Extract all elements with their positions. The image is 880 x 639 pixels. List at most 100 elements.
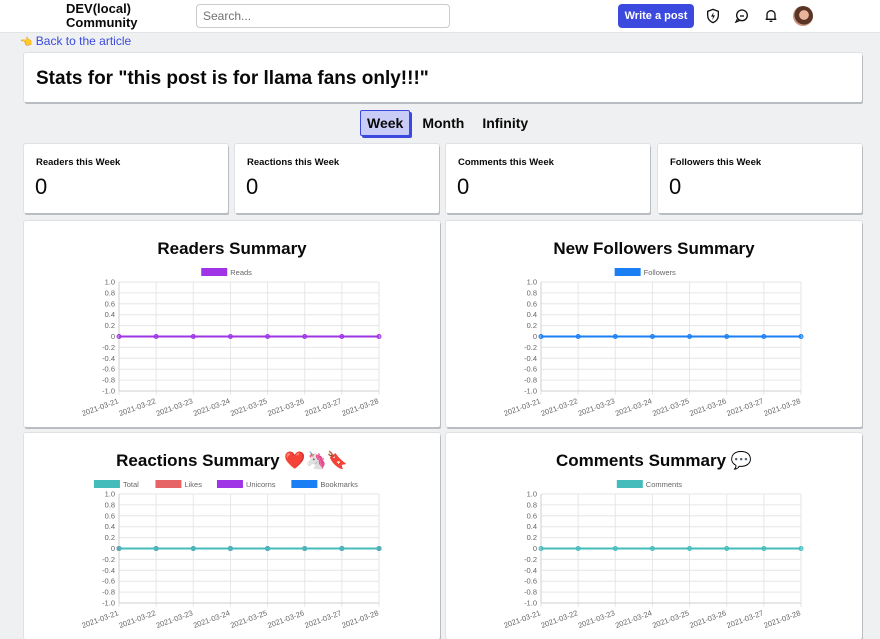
x-tick-label: 2021-03-22 [540,396,579,418]
x-tick-label: 2021-03-24 [192,608,231,630]
data-point-comments [724,546,730,551]
y-tick-label: 0.6 [527,511,537,520]
data-point-total [265,546,271,551]
readers-chart-card: Readers Summary Reads 1.0 0.8 0.6 0.4 0.2 0 -0.… [24,221,440,427]
stat-label: Reactions this Week [247,157,340,168]
legend-label-unicorns: Unicorns [246,480,276,489]
x-tick-label: 2021-03-27 [725,608,764,630]
y-tick-label: -0.6 [102,577,115,586]
x-tick-label: 2021-03-27 [303,396,342,418]
reactions-chart: Total Likes Unicorns Bookmarks 1.00.8 0.6 0.4 0… [81,480,382,630]
y-tick-label: -0.6 [102,365,115,374]
search-input[interactable] [196,4,450,28]
data-point-reads [339,334,345,339]
y-tick-label: -0.2 [102,555,115,564]
y-tick-label: -0.2 [524,555,537,564]
y-tick-label: -0.8 [524,376,537,385]
stat-label: Comments this Week [458,157,554,168]
y-tick-label: 1.0 [527,278,537,287]
y-tick-label: 0.8 [527,288,537,297]
tab-week[interactable]: Week [360,110,411,136]
y-tick-label: 0.6 [527,299,537,308]
y-tick-label: -0.2 [102,343,115,352]
site-logo[interactable]: DEV(local) Community [66,2,138,30]
x-tick-label: 2021-03-21 [503,608,542,630]
tab-infinity[interactable]: Infinity [476,110,534,136]
data-point-total [376,546,382,551]
y-tick-label: 0.2 [105,321,115,330]
legend-label-followers: Followers [644,268,676,277]
data-point-total [339,546,345,551]
x-tick-label: 2021-03-27 [303,608,342,630]
x-tick-label: 2021-03-28 [341,608,380,630]
legend-label-total: Total [123,480,139,489]
y-tick-label: 0.6 [105,511,115,520]
reactions-chart-card: Reactions Summary ❤️🦄🔖 Total Likes Unicorn… [24,433,440,639]
y-tick-label: 0.8 [527,500,537,509]
data-point-reads [153,334,159,339]
data-point-total [302,546,308,551]
y-tick-label: -0.6 [524,577,537,586]
x-tick-label: 2021-03-22 [118,396,157,418]
y-tick-label: 0.4 [527,522,537,531]
write-post-button[interactable]: Write a post [618,4,694,28]
followers-chart-card: New Followers Summary Followers 1.0 0.8 0.6… [446,221,862,427]
stat-card-readers: Readers this Week 0 [24,144,228,213]
data-point-reads [302,334,308,339]
data-point-comments [761,546,767,551]
data-point-comments [538,546,544,551]
y-tick-label: 0 [111,332,115,341]
title-card: Stats for "this post is for llama fans o… [24,53,862,102]
stat-label: Readers this Week [36,157,121,168]
logo-line-1: DEV(local) [66,1,132,16]
tab-month[interactable]: Month [416,110,470,136]
data-point-reads [376,334,382,339]
legend-label-bookmarks: Bookmarks [320,480,358,489]
y-tick-label: 0.4 [105,310,115,319]
data-point-total [116,546,122,551]
data-point-reads [265,334,271,339]
y-tick-label: 0 [533,544,537,553]
top-header: DEV(local) Community Write a post [0,0,880,33]
y-tick-label: 1.0 [527,490,537,499]
stat-value: 0 [669,174,682,199]
stat-value: 0 [35,174,48,199]
y-tick-label: -0.4 [524,354,537,363]
y-tick-label: -0.6 [524,365,537,374]
x-tick-label: 2021-03-22 [540,608,579,630]
chat-icon[interactable] [733,7,751,25]
moderation-shield-icon[interactable] [704,7,722,25]
data-point-followers [724,334,730,339]
legend-swatch-comments [616,480,643,488]
logo-line-2: Community [66,15,138,30]
data-point-comments [687,546,693,551]
page-title: Stats for "this post is for llama fans o… [36,68,429,89]
x-tick-label: 2021-03-26 [688,396,727,418]
y-tick-label: -0.4 [102,354,115,363]
notifications-bell-icon[interactable] [762,7,780,25]
data-point-followers [575,334,581,339]
y-tick-label: 0.4 [105,522,115,531]
readers-chart: Reads 1.00.8 0.6 0.4 0.2 0 -0.2 -0.4 -0.6 -0.8 -1.… [81,268,382,418]
y-tick-label: 0.8 [105,500,115,509]
y-tick-label: 0.2 [527,321,537,330]
y-tick-label: -0.8 [524,588,537,597]
legend-label-comments: Comments [646,480,683,489]
x-tick-label: 2021-03-23 [577,608,616,630]
data-point-comments [612,546,618,551]
legend-swatch-unicorns [216,480,243,488]
y-tick-label: 0.8 [105,288,115,297]
back-to-article-link[interactable]: 👈 Back to the article [20,34,131,48]
data-point-followers [538,334,544,339]
x-tick-label: 2021-03-25 [229,396,268,418]
legend-swatch-bookmarks [291,480,318,488]
data-point-comments [798,546,804,551]
y-tick-label: -1.0 [524,599,537,608]
period-tabs: Week Month Infinity [360,110,540,136]
stat-value: 0 [457,174,470,199]
user-avatar[interactable] [793,6,813,26]
x-tick-label: 2021-03-24 [614,396,653,418]
x-tick-label: 2021-03-24 [614,608,653,630]
stat-value: 0 [246,174,259,199]
data-point-comments [649,546,655,551]
